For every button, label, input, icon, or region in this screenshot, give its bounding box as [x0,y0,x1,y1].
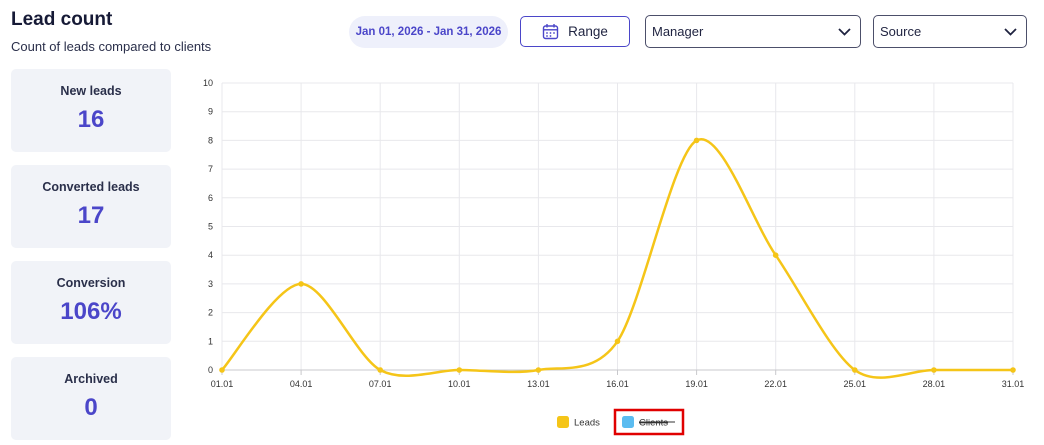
stat-value: 0 [84,394,98,421]
source-select[interactable]: Source [873,15,1027,48]
legend-swatch [622,416,634,428]
x-tick-label: 04.01 [290,379,313,389]
calendar-icon [542,23,559,40]
x-tick-label: 25.01 [844,379,867,389]
stat-value: 17 [77,202,105,229]
y-tick-label: 8 [208,135,213,145]
stat-card-converted-leads: Converted leads 17 [11,165,171,248]
x-tick-label: 22.01 [764,379,787,389]
data-point [298,281,304,287]
legend-swatch [557,416,569,428]
data-point [693,137,700,144]
x-tick-label: 28.01 [923,379,946,389]
page-subtitle: Count of leads compared to clients [11,39,212,54]
manager-select-value: Manager [652,24,704,39]
stat-card-new-leads: New leads 16 [11,69,171,152]
lead-count-chart: 0 1 2 3 4 5 6 7 8 9 10 01.01 04.01 07.01 10.01 13.01 16.… [203,78,1025,436]
x-tick-label: 07.01 [369,379,392,389]
stat-label: Conversion [56,276,126,290]
data-point [852,367,858,373]
y-tick-label: 2 [208,308,213,318]
x-tick-label: 10.01 [448,379,471,389]
data-point [456,367,463,373]
x-tick-label: 13.01 [527,379,550,389]
stat-label: Archived [64,372,118,386]
data-point [535,367,542,373]
data-point [1010,367,1016,373]
data-point [219,367,225,373]
stat-label: Converted leads [42,180,140,194]
stat-value: 16 [77,106,105,133]
chevron-down-icon [1004,27,1017,36]
legend-label: Leads [574,418,600,429]
y-tick-label: 0 [208,365,213,375]
source-select-value: Source [880,24,922,39]
chevron-down-icon [838,27,851,36]
legend-item-clients[interactable]: Clients [613,408,685,436]
y-tick-label: 9 [208,107,213,117]
data-point [614,338,621,345]
x-tick-label: 31.01 [1002,379,1025,389]
x-tick-label: 16.01 [606,379,629,389]
stat-card-archived: Archived 0 [11,357,171,440]
data-point [772,252,779,258]
y-tick-label: 4 [208,250,213,260]
x-tick-label: 01.01 [211,379,234,389]
stat-card-conversion: Conversion 106% [11,261,171,344]
manager-select[interactable]: Manager [645,15,861,48]
page-title: Lead count [11,9,113,30]
x-tick-label: 19.01 [685,379,708,389]
y-tick-label: 7 [208,164,213,174]
y-tick-label: 10 [203,78,213,88]
data-point [931,367,937,373]
legend-label: Clients [639,418,668,429]
y-tick-label: 3 [208,279,213,289]
stat-value: 106% [60,298,122,325]
stat-label: New leads [60,84,122,98]
date-range-display: Jan 01, 2026 - Jan 31, 2026 [349,16,508,48]
y-tick-label: 1 [208,336,213,346]
y-tick-label: 5 [208,222,213,232]
data-point [377,367,383,373]
range-button-label: Range [568,24,608,39]
range-button[interactable]: Range [520,16,630,47]
y-tick-label: 6 [208,193,213,203]
legend-item-leads[interactable]: Leads [557,416,600,429]
